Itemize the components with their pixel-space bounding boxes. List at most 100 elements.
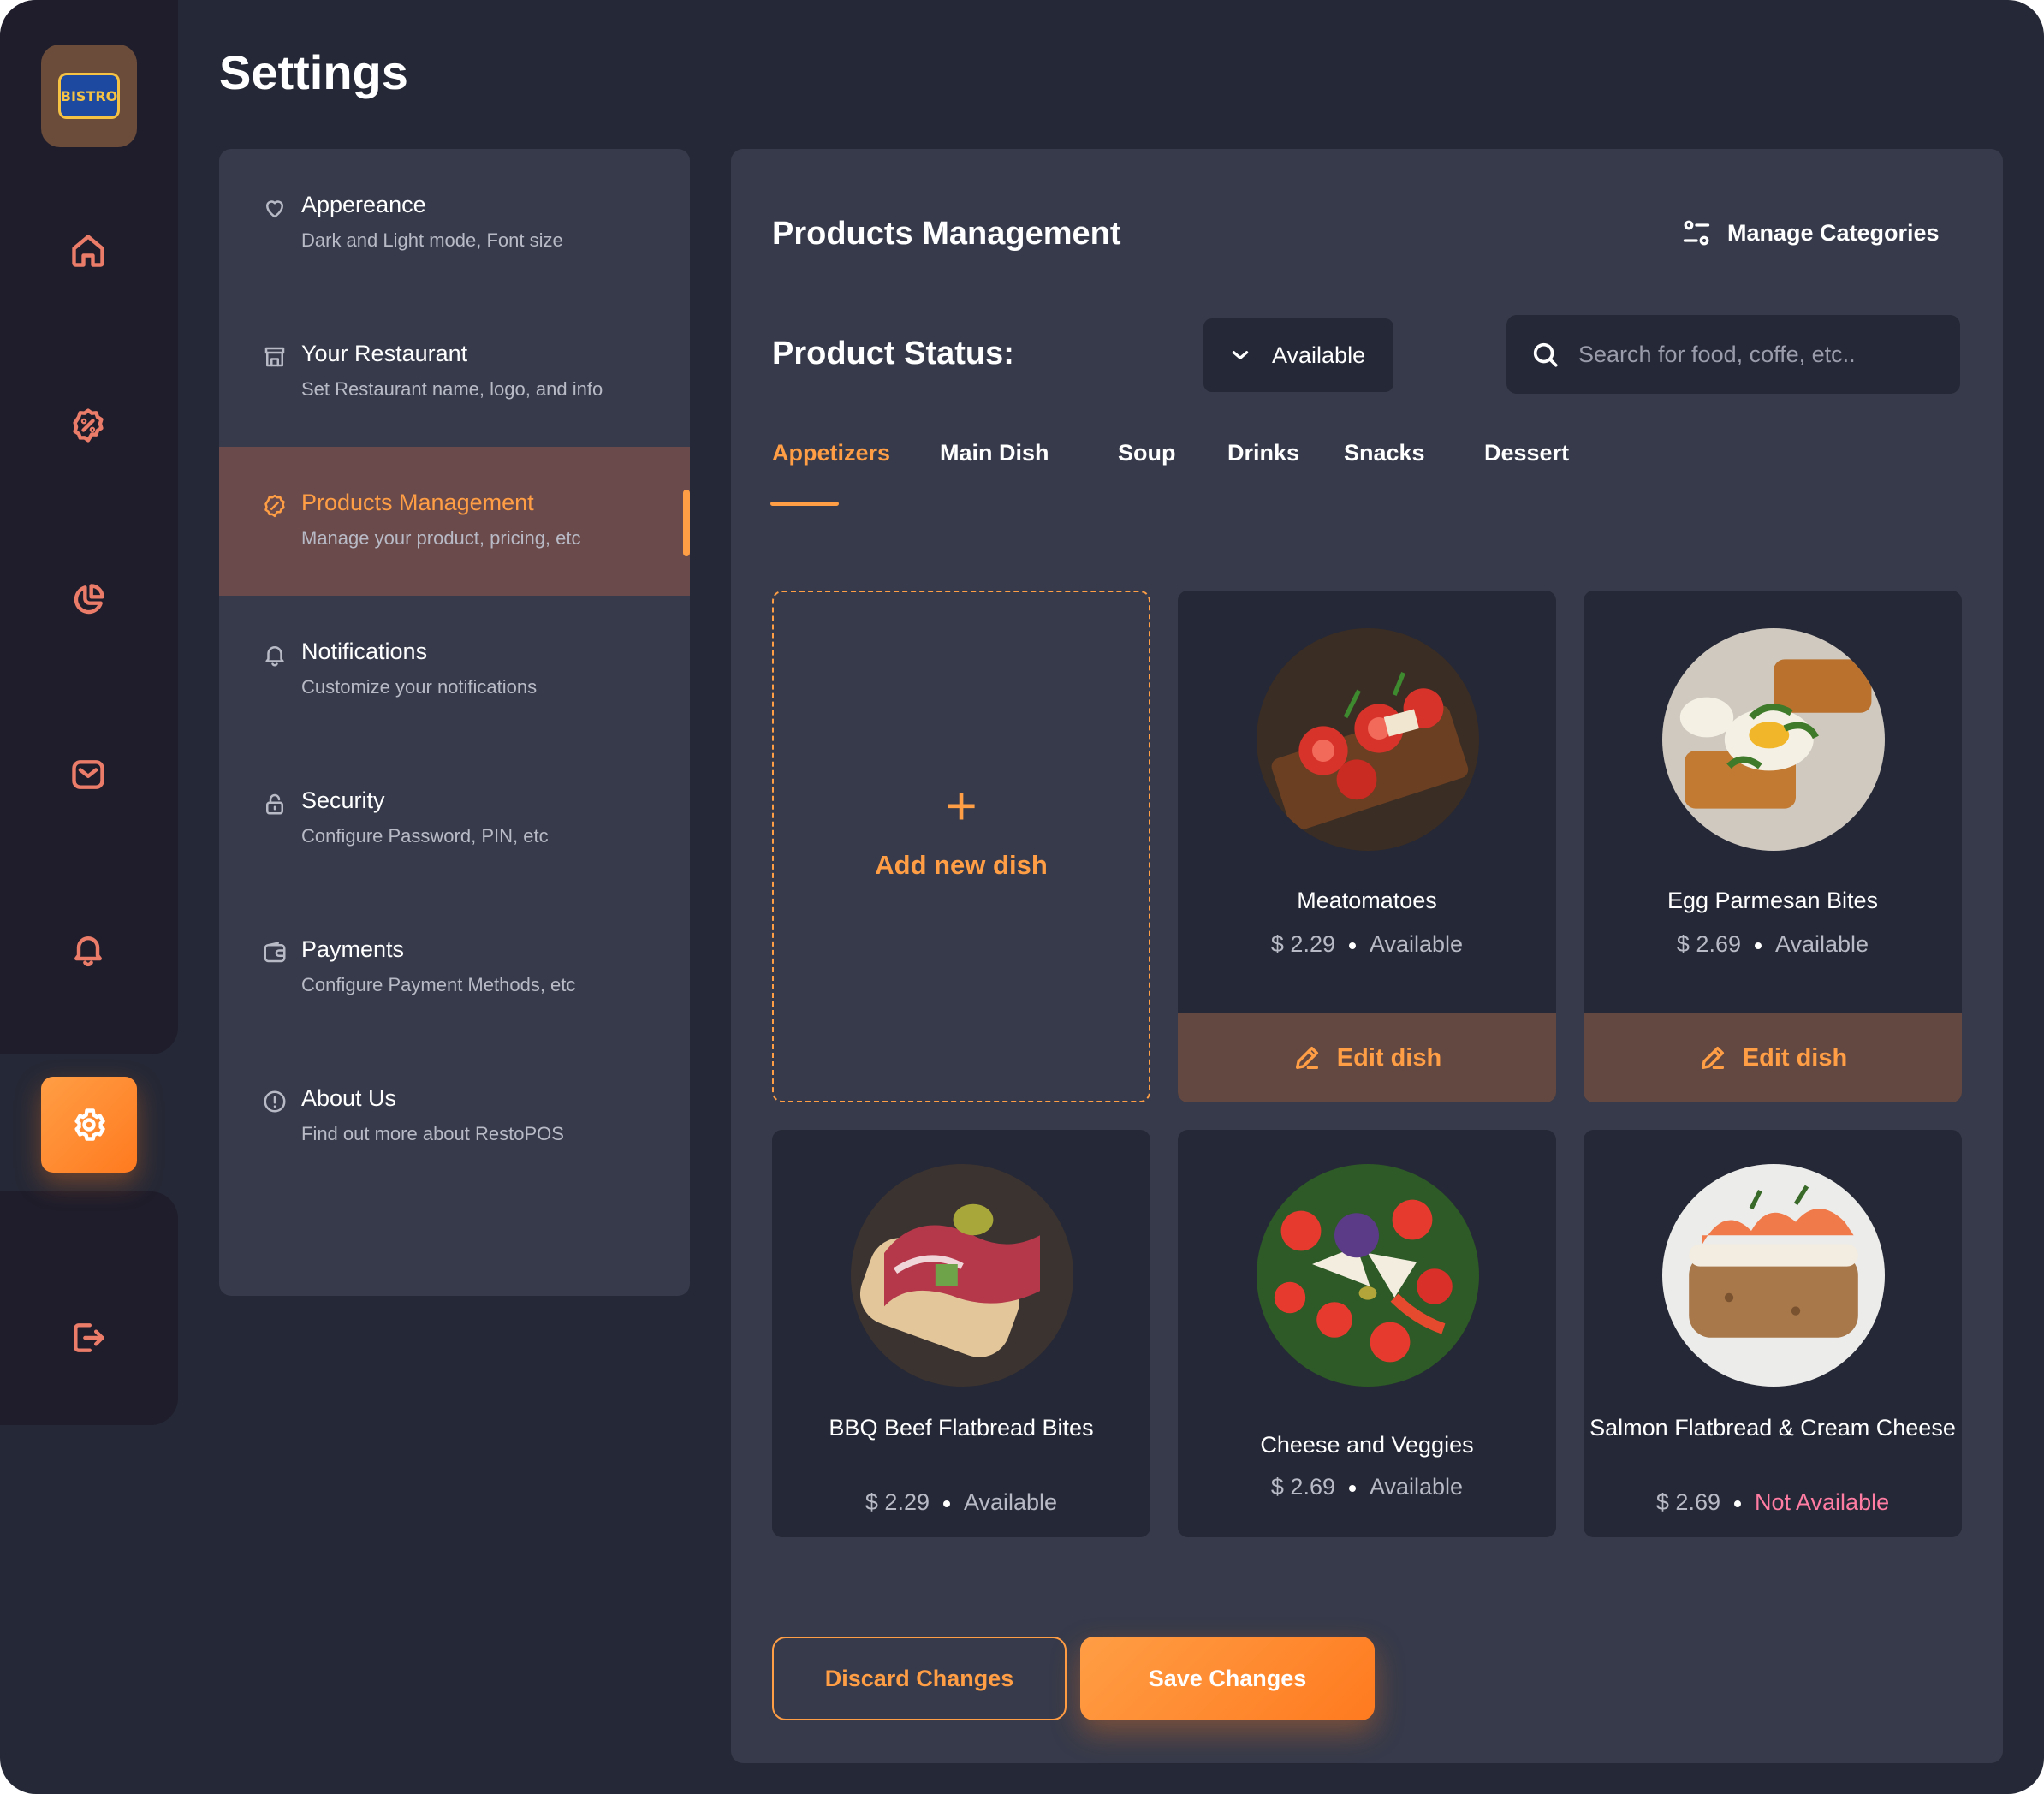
info-icon: [262, 1089, 288, 1114]
settings-item-title: About Us: [301, 1085, 397, 1111]
dish-card[interactable]: Egg Parmesan Bites $ 2.69 Available Edit …: [1584, 591, 1962, 1102]
dish-status: Available: [1369, 1474, 1464, 1500]
nav-home[interactable]: [67, 229, 110, 272]
nav-settings[interactable]: [41, 1077, 137, 1173]
nav-logout[interactable]: [67, 1316, 110, 1359]
nav-notifications[interactable]: [67, 928, 110, 971]
dish-name: BBQ Beef Flatbread Bites: [829, 1415, 1094, 1441]
search-box[interactable]: [1506, 315, 1960, 394]
dish-photo: [1257, 1164, 1479, 1387]
edit-dish-label: Edit dish: [1742, 1043, 1848, 1072]
tab-soup[interactable]: Soup: [1118, 440, 1176, 466]
tab-snacks[interactable]: Snacks: [1344, 440, 1425, 466]
separator-dot: [1754, 942, 1762, 949]
dish-price: $ 2.29: [865, 1489, 930, 1515]
settings-item-title: Products Management: [301, 490, 534, 515]
wallet-icon: [262, 940, 288, 965]
dish-price: $ 2.29: [1270, 931, 1335, 957]
settings-item-products[interactable]: Products Management Manage your product,…: [219, 447, 690, 596]
dish-card[interactable]: Meatomatoes $ 2.29 Available Edit dish: [1178, 591, 1556, 1102]
logo-badge: BISTRO: [58, 73, 120, 119]
bell-icon: [262, 642, 288, 668]
dish-photo: [1662, 628, 1885, 851]
search-icon: [1533, 342, 1558, 367]
dish-name: Cheese and Veggies: [1260, 1432, 1474, 1458]
edit-dish-button[interactable]: Edit dish: [1178, 1013, 1556, 1102]
pencil-icon: [1295, 1046, 1318, 1070]
product-status-value: Available: [1272, 342, 1366, 368]
edit-dish-button[interactable]: Edit dish: [1584, 1013, 1962, 1102]
nav-dashboard[interactable]: [67, 579, 110, 621]
dish-name: Salmon Flatbread & Cream Cheese: [1589, 1415, 1956, 1441]
logout-icon: [74, 1323, 104, 1352]
discount-icon: [73, 408, 104, 443]
dish-card[interactable]: BBQ Beef Flatbread Bites $ 2.29 Available: [772, 1130, 1150, 1537]
dish-status: Available: [1369, 931, 1464, 957]
lock-icon: [262, 791, 288, 817]
settings-item-subtitle: Manage your product, pricing, etc: [301, 527, 581, 549]
manage-categories-label: Manage Categories: [1727, 219, 1940, 246]
settings-item-about[interactable]: About Us Find out more about RestoPOS: [219, 1043, 690, 1191]
restaurant-logo[interactable]: BISTRO: [41, 45, 137, 147]
tab-main-dish[interactable]: Main Dish: [940, 440, 1049, 466]
heart-icon: [262, 195, 288, 221]
dish-card[interactable]: Salmon Flatbread & Cream Cheese $ 2.69 No…: [1584, 1130, 1962, 1537]
dish-photo: [1662, 1164, 1885, 1387]
dish-status: Available: [1774, 931, 1869, 957]
dish-meta: $ 2.69 Available: [1178, 1474, 1556, 1500]
page-title: Settings: [219, 45, 408, 99]
discard-changes-button[interactable]: Discard Changes: [772, 1637, 1067, 1720]
settings-item-subtitle: Configure Password, PIN, etc: [301, 825, 549, 847]
settings-item-title: Security: [301, 787, 385, 813]
tab-dessert[interactable]: Dessert: [1484, 440, 1569, 466]
search-input[interactable]: [1577, 340, 1922, 369]
dish-name: Meatomatoes: [1297, 888, 1437, 913]
dish-price: $ 2.69: [1676, 931, 1741, 957]
save-changes-button[interactable]: Save Changes: [1080, 1637, 1375, 1720]
pencil-icon: [1701, 1046, 1724, 1070]
dish-meta: $ 2.69 Available: [1584, 931, 1962, 958]
dish-meta: $ 2.69 Not Available: [1584, 1489, 1962, 1516]
settings-menu: Appereance Dark and Light mode, Font siz…: [219, 149, 690, 1296]
app-window: BISTRO Settings Appereance Dark and Ligh…: [0, 0, 2044, 1794]
settings-item-title: Notifications: [301, 639, 428, 664]
settings-item-subtitle: Dark and Light mode, Font size: [301, 229, 563, 251]
settings-item-notifications[interactable]: Notifications Customize your notificatio…: [219, 596, 690, 745]
settings-item-subtitle: Find out more about RestoPOS: [301, 1123, 564, 1144]
settings-item-subtitle: Configure Payment Methods, etc: [301, 974, 576, 995]
nav-messages[interactable]: [67, 753, 110, 796]
settings-item-security[interactable]: Security Configure Password, PIN, etc: [219, 745, 690, 894]
settings-item-title: Appereance: [301, 192, 426, 217]
add-new-dish-card[interactable]: + Add new dish: [772, 591, 1150, 1102]
edit-dish-label: Edit dish: [1336, 1043, 1442, 1072]
settings-item-subtitle: Customize your notifications: [301, 676, 538, 698]
nav-discount[interactable]: [67, 404, 110, 447]
pie-chart-icon: [74, 584, 104, 615]
gear-icon: [74, 1108, 105, 1141]
nav-rail: [0, 0, 178, 1054]
bell-icon: [74, 936, 102, 967]
separator-dot: [1733, 1500, 1741, 1507]
manage-categories-button[interactable]: Manage Categories: [1681, 209, 1940, 257]
home-icon: [72, 235, 104, 267]
nav-rail-bottom: [0, 1191, 178, 1425]
separator-dot: [1348, 942, 1356, 949]
tab-appetizers[interactable]: Appetizers: [772, 440, 890, 466]
product-status-dropdown[interactable]: Available: [1203, 318, 1393, 392]
store-icon: [262, 344, 288, 370]
dish-photo: [851, 1164, 1073, 1387]
settings-item-restaurant[interactable]: Your Restaurant Set Restaurant name, log…: [219, 298, 690, 447]
settings-item-title: Payments: [301, 936, 405, 962]
dish-card[interactable]: Cheese and Veggies $ 2.69 Available: [1178, 1130, 1556, 1537]
dish-status: Available: [963, 1489, 1058, 1515]
settings-item-appearance[interactable]: Appereance Dark and Light mode, Font siz…: [219, 149, 690, 298]
settings-item-payments[interactable]: Payments Configure Payment Methods, etc: [219, 894, 690, 1043]
tab-active-underline: [770, 502, 839, 506]
separator-dot: [942, 1500, 950, 1507]
dish-price: $ 2.69: [1655, 1489, 1720, 1515]
tab-drinks[interactable]: Drinks: [1227, 440, 1299, 466]
settings-item-title: Your Restaurant: [301, 341, 468, 366]
dish-meta: $ 2.29 Available: [772, 1489, 1150, 1516]
dish-meta: $ 2.29 Available: [1178, 931, 1556, 958]
dish-status: Not Available: [1754, 1489, 1890, 1515]
